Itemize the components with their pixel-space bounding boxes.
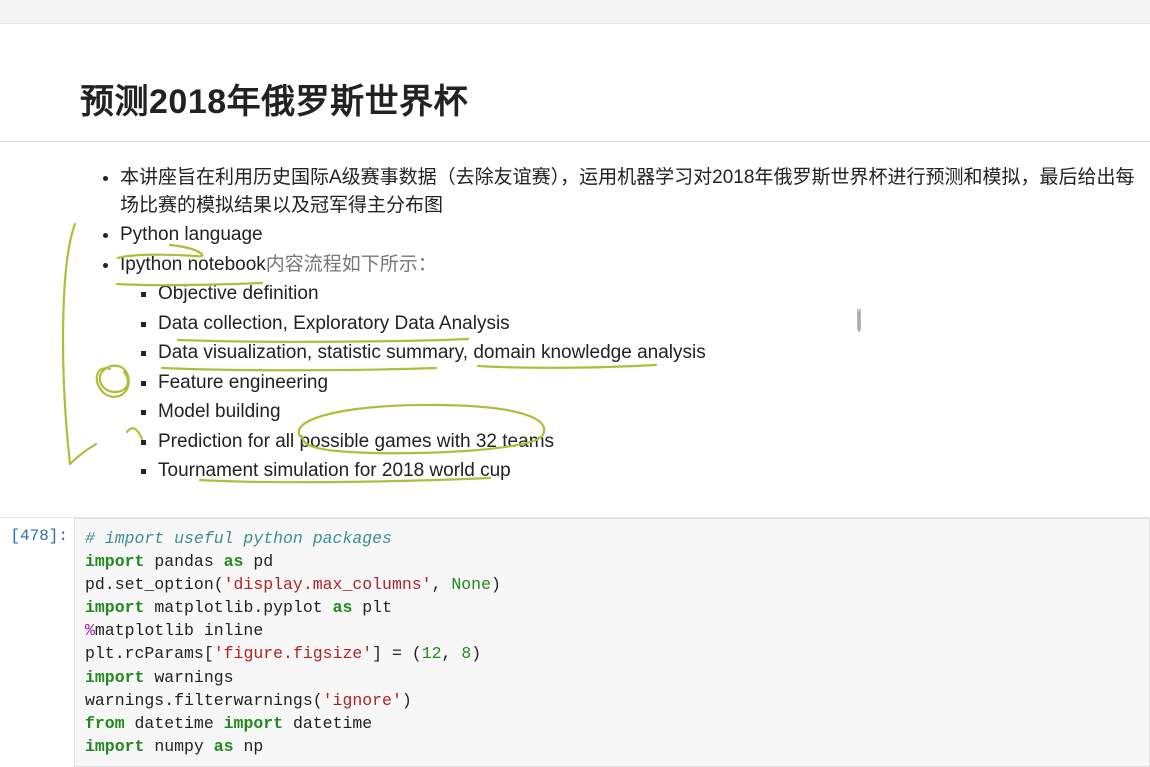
list-item-label: Ipython notebook <box>120 254 266 275</box>
input-prompt: [478]: <box>0 518 74 767</box>
bullet-list: 本讲座旨在利用历史国际A级赛事数据（去除友谊赛），运用机器学习对2018年俄罗斯… <box>80 164 1150 485</box>
list-item: Model building <box>158 398 1150 426</box>
code-text: , <box>432 575 452 594</box>
code-text: ) <box>491 575 501 594</box>
list-item: Objective definition <box>158 280 1150 308</box>
page-title: 预测2018年俄罗斯世界杯 <box>80 74 1150 123</box>
code-text: pd <box>243 552 273 571</box>
list-item: 本讲座旨在利用历史国际A级赛事数据（去除友谊赛），运用机器学习对2018年俄罗斯… <box>120 164 1150 219</box>
code-text: pandas <box>144 552 223 571</box>
code-cell[interactable]: [478]: # import useful python packages i… <box>0 517 1150 767</box>
code-keyword: import <box>85 668 144 687</box>
code-text: warnings <box>144 668 233 687</box>
code-text: np <box>234 737 264 756</box>
sub-bullet-list: Objective definition Data collection, Ex… <box>120 280 1150 485</box>
code-text: pd.set_option( <box>85 575 224 594</box>
code-number: 8 <box>461 644 471 663</box>
code-keyword: import <box>85 552 144 571</box>
list-item: Feature engineering <box>158 369 1150 397</box>
code-comment: # import useful python packages <box>85 529 392 548</box>
code-keyword: import <box>85 737 144 756</box>
window-topbar <box>0 0 1150 24</box>
list-item-label-secondary: 内容流程如下所示： <box>266 254 437 275</box>
code-keyword: from <box>85 714 125 733</box>
code-string: 'figure.figsize' <box>214 644 372 663</box>
list-item: Tournament simulation for 2018 world cup <box>158 457 1150 485</box>
code-keyword: as <box>214 737 234 756</box>
code-keyword: import <box>85 598 144 617</box>
code-text: numpy <box>144 737 213 756</box>
list-item: Prediction for all possible games with 3… <box>158 428 1150 456</box>
code-text: matplotlib inline <box>95 621 263 640</box>
markdown-cell: 预测2018年俄罗斯世界杯 本讲座旨在利用历史国际A级赛事数据（去除友谊赛），运… <box>0 24 1150 517</box>
code-text: matplotlib.pyplot <box>144 598 332 617</box>
code-none: None <box>451 575 491 594</box>
code-magic: % <box>85 621 95 640</box>
code-keyword: as <box>333 598 353 617</box>
list-item: Data visualization, statistic summary, d… <box>158 339 1150 367</box>
code-text: , <box>442 644 462 663</box>
divider <box>0 141 1150 142</box>
code-text: plt.rcParams[ <box>85 644 214 663</box>
code-text: datetime <box>125 714 224 733</box>
list-item: Data collection, Exploratory Data Analys… <box>158 310 1150 338</box>
code-editor[interactable]: # import useful python packages import p… <box>74 518 1150 767</box>
code-text: plt <box>352 598 392 617</box>
list-item: Python language <box>120 221 1150 249</box>
code-string: 'ignore' <box>323 691 402 710</box>
code-text: datetime <box>283 714 372 733</box>
code-keyword: import <box>224 714 283 733</box>
code-number: 12 <box>422 644 442 663</box>
code-text: ) <box>471 644 481 663</box>
code-text: ) <box>402 691 412 710</box>
code-text: warnings.filterwarnings( <box>85 691 323 710</box>
code-string: 'display.max_columns' <box>224 575 432 594</box>
list-item: Ipython notebook内容流程如下所示： Objective defi… <box>120 251 1150 485</box>
code-text: ] = ( <box>372 644 422 663</box>
code-keyword: as <box>224 552 244 571</box>
